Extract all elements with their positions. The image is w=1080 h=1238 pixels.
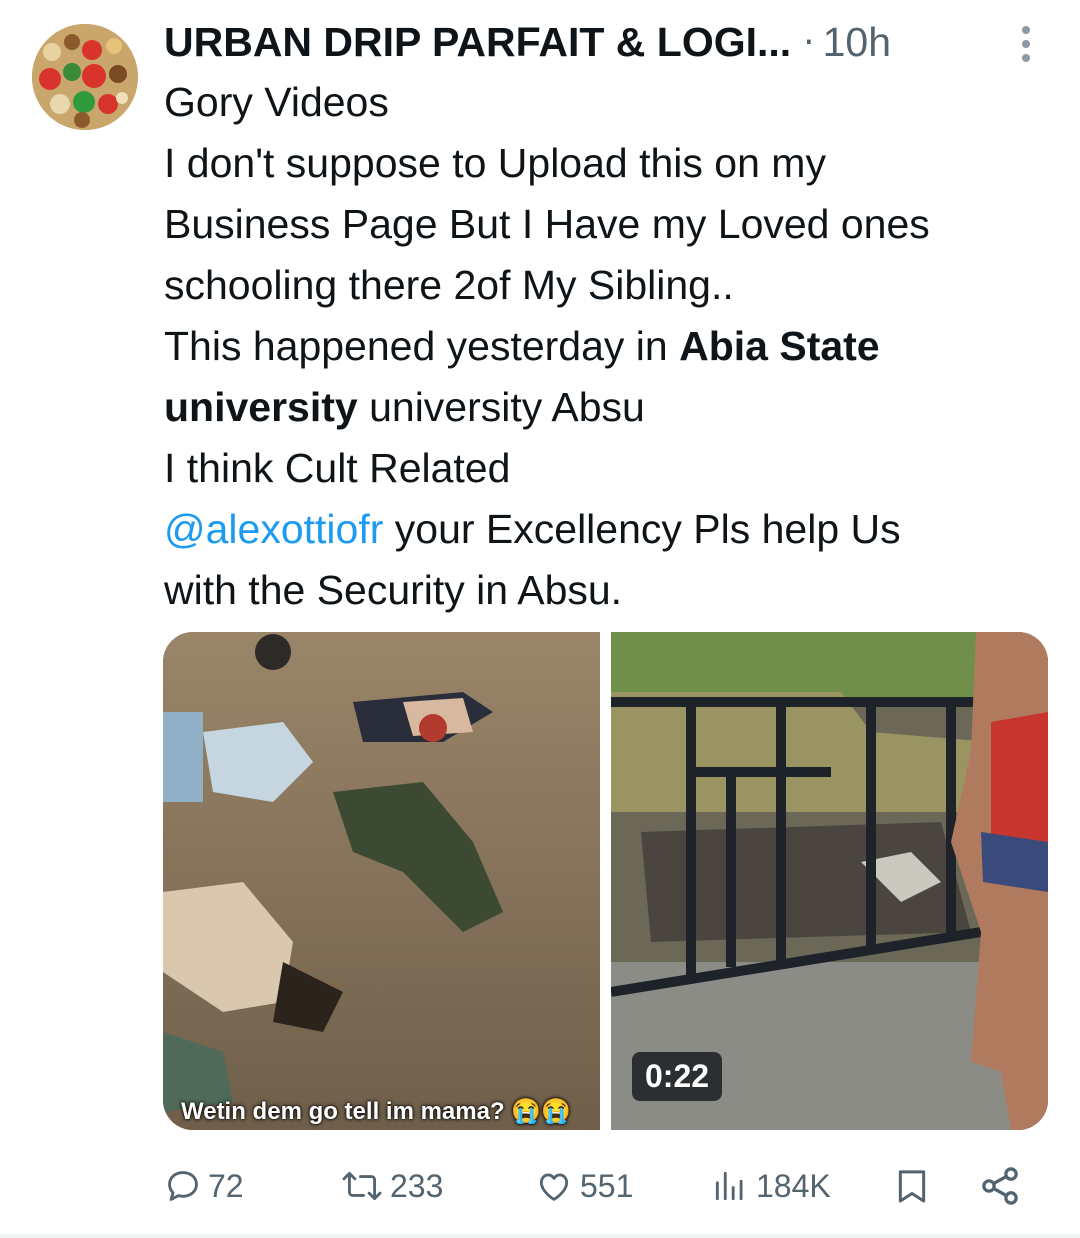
- text-line: Gory Videos: [164, 79, 389, 125]
- text-line: university university Absu: [164, 377, 1064, 438]
- like-icon: [539, 1173, 569, 1201]
- mention-link[interactable]: @alexottiofr: [164, 506, 383, 552]
- text-line: This happened yesterday in Abia State: [164, 316, 1064, 377]
- repost-button[interactable]: 233: [340, 1158, 443, 1214]
- views-count: 184K: [756, 1167, 831, 1204]
- media-left-image: [163, 632, 600, 1130]
- like-count: 551: [580, 1167, 634, 1204]
- text-line: Business Page But I Have my Loved ones: [164, 201, 930, 247]
- bold-text: Abia State: [679, 323, 880, 369]
- author-name[interactable]: URBAN DRIP PARFAIT & LOGI...: [164, 19, 791, 66]
- views-button[interactable]: 184K: [710, 1158, 831, 1214]
- video-duration-badge: 0:22: [632, 1052, 723, 1101]
- media-left[interactable]: Wetin dem go tell im mama? 😭😭: [163, 632, 600, 1130]
- repost-icon: [342, 1172, 382, 1200]
- tweet-text: Gory Videos I don't suppose to Upload th…: [164, 72, 1064, 621]
- text-fragment: university Absu: [357, 384, 645, 430]
- media-caption: Wetin dem go tell im mama? 😭😭: [181, 1098, 572, 1125]
- like-button[interactable]: 551: [534, 1158, 633, 1214]
- text-line: @alexottiofr your Excellency Pls help Us: [164, 499, 1064, 560]
- text-fragment: your Excellency Pls help Us: [383, 506, 901, 552]
- action-bar: 72 233 551 184K: [164, 1158, 1044, 1214]
- text-fragment: This happened yesterday in: [164, 323, 680, 369]
- share-button[interactable]: [978, 1158, 1028, 1214]
- text-line: I think Cult Related: [164, 445, 511, 491]
- timestamp[interactable]: 10h: [823, 19, 891, 66]
- reply-count: 72: [208, 1167, 244, 1204]
- views-icon: [715, 1171, 743, 1201]
- avatar[interactable]: [32, 24, 138, 130]
- tweet-header: URBAN DRIP PARFAIT & LOGI... · 10h: [164, 16, 1064, 68]
- reply-button[interactable]: 72: [164, 1158, 244, 1214]
- more-options-icon[interactable]: [1010, 22, 1042, 66]
- bookmark-button[interactable]: [892, 1158, 938, 1214]
- divider: [0, 1234, 1080, 1238]
- text-line: I don't suppose to Upload this on my: [164, 140, 826, 186]
- bold-text: university: [164, 384, 358, 430]
- text-line: with the Security in Absu.: [164, 567, 623, 613]
- repost-count: 233: [390, 1167, 444, 1204]
- bookmark-icon: [898, 1170, 926, 1203]
- separator-dot: ·: [803, 21, 815, 63]
- share-icon: [982, 1167, 1018, 1205]
- media-right-video[interactable]: 0:22: [611, 632, 1048, 1130]
- avatar-image: [32, 24, 138, 130]
- text-line: schooling there 2of My Sibling..: [164, 262, 734, 308]
- reply-icon: [168, 1171, 198, 1201]
